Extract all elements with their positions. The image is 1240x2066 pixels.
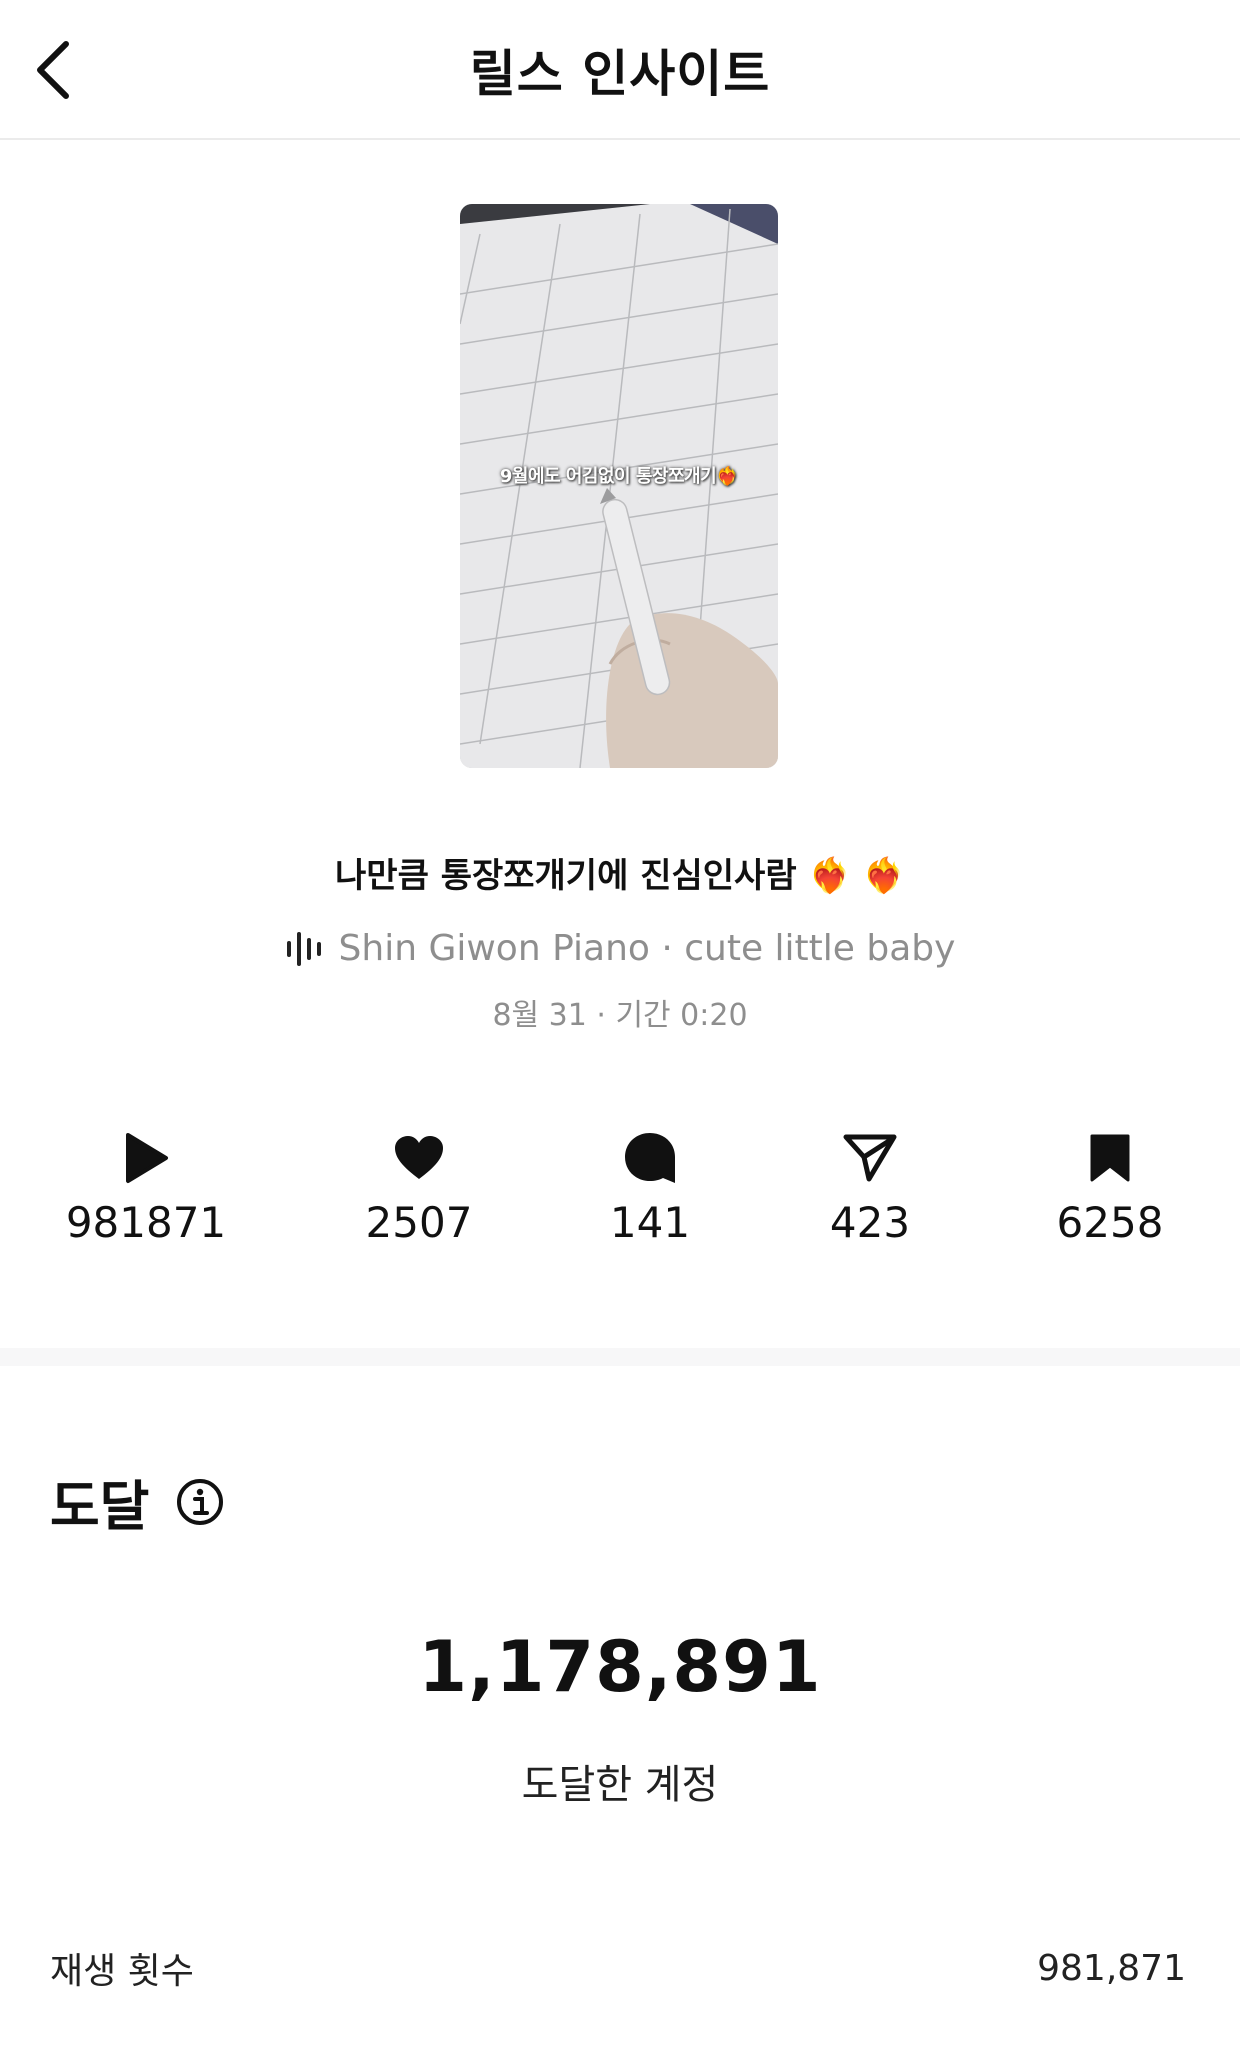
play-icon [126, 1133, 168, 1183]
reel-caption-text: 나만큼 통장쪼개기에 진심인사람 [335, 856, 797, 896]
stat-likes: 2507 [309, 1128, 529, 1247]
reel-thumbnail[interactable]: 9월에도 어김없이 통장쪼개기❤️‍🔥 [460, 204, 778, 768]
stat-plays: 981871 [36, 1128, 256, 1247]
plays-row: 재생 횟수 981,871 [50, 1942, 1186, 1994]
plays-value: 981,871 [1037, 1947, 1186, 1989]
comment-icon [625, 1133, 675, 1183]
page-title: 릴스 인사이트 [469, 45, 771, 103]
stat-saves-value: 6258 [1056, 1198, 1164, 1247]
reel-meta: 8월 31 · 기간 0:20 [492, 998, 748, 1033]
share-icon [843, 1134, 897, 1182]
header-bar: 릴스 인사이트 [0, 0, 1240, 140]
bookmark-icon [1090, 1134, 1130, 1182]
reach-section-header: 도달 [50, 1462, 225, 1541]
stat-saves: 6258 [1000, 1128, 1220, 1247]
stat-plays-value: 981871 [65, 1198, 227, 1247]
accounts-reached-label: 도달한 계정 [521, 1762, 719, 1808]
audio-track-label: Shin Giwon Piano · cute little baby [338, 928, 956, 969]
stat-comments-value: 141 [609, 1198, 691, 1247]
reel-caption-emoji: ❤️‍🔥 ❤️‍🔥 [808, 856, 905, 896]
info-button[interactable] [175, 1477, 225, 1527]
stat-comments: 141 [540, 1128, 760, 1247]
reach-section-title: 도달 [50, 1475, 150, 1538]
audio-waveform-icon [286, 931, 321, 966]
stat-likes-value: 2507 [365, 1198, 473, 1247]
heart-icon [395, 1136, 443, 1179]
reel-caption: 나만큼 통장쪼개기에 진심인사람 ❤️‍🔥 ❤️‍🔥 [0, 848, 1240, 897]
accounts-reached-value: 1,178,891 [418, 1626, 822, 1708]
info-icon [177, 1478, 224, 1525]
audio-track[interactable]: Shin Giwon Piano · cute little baby [0, 928, 1240, 969]
section-divider [0, 1348, 1240, 1366]
thumbnail-caption: 9월에도 어김없이 통장쪼개기❤️‍🔥 [499, 466, 739, 487]
stat-shares: 423 [760, 1128, 980, 1247]
stat-shares-value: 423 [829, 1198, 911, 1247]
plays-label: 재생 횟수 [50, 1951, 194, 1992]
